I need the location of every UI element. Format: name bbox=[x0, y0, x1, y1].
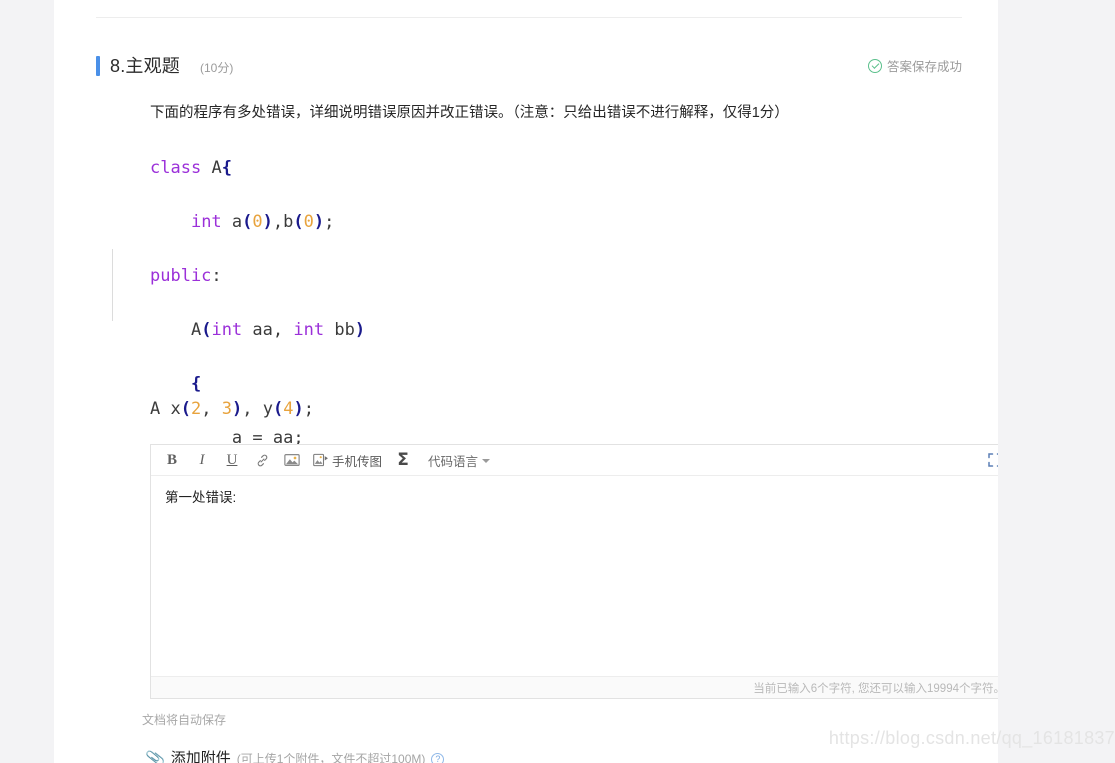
add-attachment-button[interactable]: 添加附件 bbox=[171, 747, 231, 763]
image-icon[interactable] bbox=[277, 445, 307, 475]
status-badge-label: 答案保存成功 bbox=[886, 60, 962, 74]
code-block-tail: A x(2, 3), y(4); bbox=[150, 399, 314, 419]
code-language-label: 代码语言 bbox=[428, 454, 479, 469]
section-divider bbox=[96, 17, 962, 18]
answer-editor: B I U 手机传图 Σ 代码语言 第一处错误: 当前已输入6个字符, 您还可以… bbox=[150, 444, 998, 699]
chevron-down-icon bbox=[482, 459, 491, 463]
phone-upload-button[interactable]: 手机传图 bbox=[307, 445, 388, 475]
code-language-dropdown[interactable]: 代码语言 bbox=[418, 445, 496, 475]
paperclip-icon: 📎 bbox=[144, 748, 167, 763]
editor-toolbar: B I U 手机传图 Σ 代码语言 bbox=[151, 445, 998, 476]
fullscreen-icon[interactable] bbox=[985, 450, 998, 470]
question-stem: 下面的程序有多处错误，详细说明错误原因并改正错误。（注意：只给出错误不进行解释，… bbox=[150, 105, 789, 121]
answer-input[interactable]: 第一处错误: bbox=[151, 476, 998, 666]
code-line: { bbox=[190, 374, 202, 394]
underline-button[interactable]: U bbox=[217, 445, 247, 475]
question-accent-bar bbox=[96, 56, 100, 76]
bold-button[interactable]: B bbox=[157, 445, 187, 475]
question-header: 8.主观题 (10分) 答案保存成功 bbox=[96, 52, 962, 82]
link-icon[interactable] bbox=[247, 445, 277, 475]
add-attachment-row: 📎 添加附件 (可上传1个附件，文件不超过100M) ? bbox=[144, 747, 445, 763]
formula-button[interactable]: Σ bbox=[388, 445, 418, 475]
code-line: int a(0),b(0); bbox=[190, 212, 335, 232]
autosave-notice: 文档将自动保存 bbox=[142, 713, 227, 727]
question-score: (10分) bbox=[200, 61, 234, 75]
character-counter: 当前已输入6个字符, 您还可以输入19994个字符。 bbox=[151, 676, 998, 698]
code-line: class A{ bbox=[150, 158, 232, 178]
answer-text: 第一处错误: bbox=[165, 490, 237, 505]
character-counter-label: 当前已输入6个字符, 您还可以输入19994个字符。 bbox=[753, 682, 998, 695]
question-card: 8.主观题 (10分) 答案保存成功 下面的程序有多处错误，详细说明错误原因并改… bbox=[54, 0, 998, 763]
phone-upload-label: 手机传图 bbox=[332, 454, 383, 469]
code-line: public: bbox=[150, 266, 222, 286]
page-title: 8.主观题 bbox=[110, 56, 181, 76]
code-indent-guide bbox=[112, 249, 113, 321]
italic-button[interactable]: I bbox=[187, 445, 217, 475]
attachment-hint: (可上传1个附件，文件不超过100M) bbox=[236, 752, 426, 763]
check-circle-icon bbox=[867, 58, 882, 73]
status-badge: 答案保存成功 bbox=[867, 56, 962, 75]
code-line: A(int aa, int bb) bbox=[190, 320, 366, 340]
phone-upload-icon bbox=[313, 453, 328, 467]
question-mark-icon[interactable]: ? bbox=[431, 753, 445, 763]
